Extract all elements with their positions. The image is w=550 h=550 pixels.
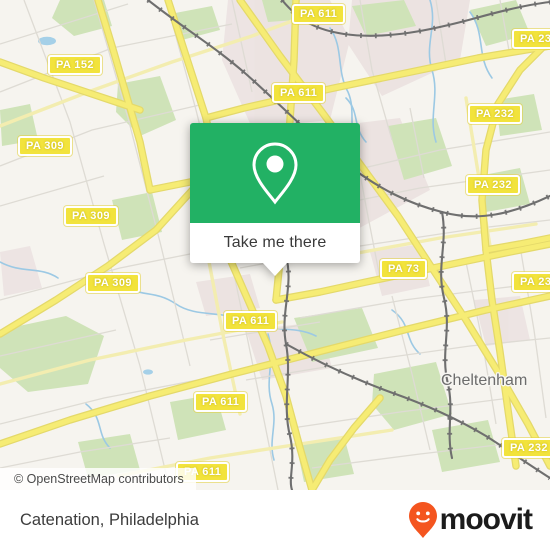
road-shield: PA 232 bbox=[512, 272, 550, 292]
map-attribution[interactable]: © OpenStreetMap contributors bbox=[0, 468, 196, 490]
moovit-smiley-pin-icon bbox=[408, 502, 437, 538]
road-shield: PA 232 bbox=[468, 104, 522, 124]
road-shield: PA 309 bbox=[64, 206, 118, 226]
road-shield: PA 611 bbox=[224, 311, 278, 331]
callout-pin-panel bbox=[190, 123, 360, 223]
footer-bar: Catenation, Philadelphia moovit bbox=[0, 490, 550, 550]
map-canvas[interactable]: PA 611 PA 232 PA 152 PA 611 PA 232 PA 309 PA 3… bbox=[0, 0, 550, 490]
moovit-logo[interactable]: moovit bbox=[408, 501, 533, 539]
location-pin-icon bbox=[252, 142, 298, 205]
map-screenshot-root: PA 611 PA 232 PA 152 PA 611 PA 232 PA 309 PA 3… bbox=[0, 0, 550, 550]
destination-callout[interactable]: Take me there bbox=[190, 123, 360, 276]
road-shield: PA 232 bbox=[502, 438, 550, 458]
road-shield: PA 611 bbox=[292, 4, 346, 24]
place-label: Cheltenham bbox=[441, 372, 528, 389]
road-shield: PA 611 bbox=[272, 83, 326, 103]
callout-pointer-tail bbox=[262, 262, 288, 276]
road-shield: PA 611 bbox=[194, 392, 248, 412]
moovit-wordmark: moovit bbox=[439, 503, 533, 536]
road-shield: PA 309 bbox=[86, 273, 140, 293]
road-shield: PA 232 bbox=[512, 29, 550, 49]
callout-action-panel[interactable]: Take me there bbox=[190, 223, 360, 276]
road-shield: PA 73 bbox=[380, 259, 428, 279]
take-me-there-label: Take me there bbox=[223, 234, 327, 251]
road-shield: PA 152 bbox=[48, 55, 102, 75]
road-shield: PA 232 bbox=[466, 175, 520, 195]
attribution-text: © OpenStreetMap contributors bbox=[14, 472, 184, 486]
place-title: Catenation, Philadelphia bbox=[20, 510, 199, 529]
road-shield: PA 309 bbox=[18, 136, 72, 156]
